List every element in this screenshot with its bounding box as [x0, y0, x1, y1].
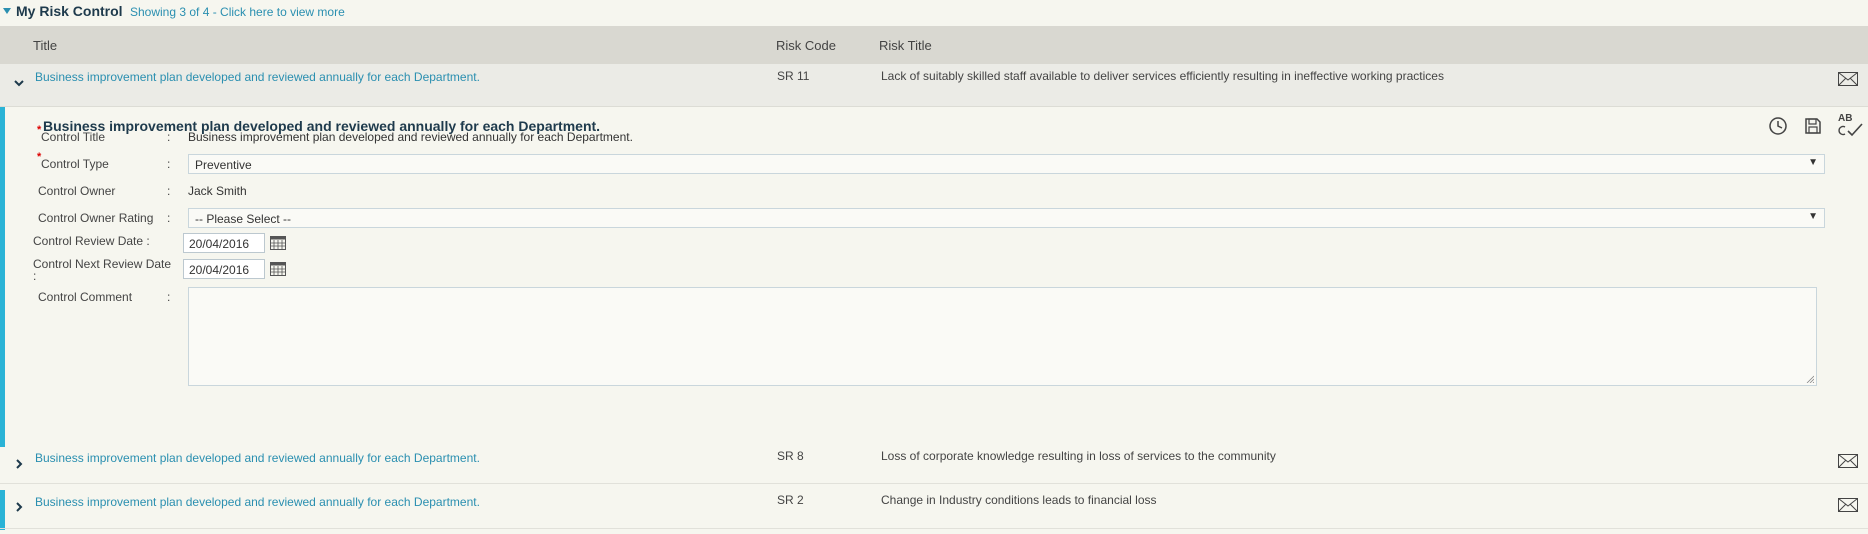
mail-icon[interactable]	[1838, 72, 1858, 86]
resize-grip-icon[interactable]	[1806, 375, 1814, 383]
control-title-label: Control Title	[41, 130, 106, 144]
control-owner-rating-label: Control Owner Rating	[38, 211, 154, 225]
grid-header: Title Risk Code Risk Title	[0, 26, 1868, 64]
row-title-link[interactable]: Business improvement plan developed and …	[35, 495, 480, 509]
control-owner-label: Control Owner	[38, 184, 116, 198]
control-comment-textarea[interactable]	[188, 287, 1817, 386]
control-title-value: Business improvement plan developed and …	[188, 130, 633, 144]
table-row[interactable]: Business improvement plan developed and …	[0, 443, 1868, 484]
mail-icon[interactable]	[1838, 454, 1858, 468]
row-title-link[interactable]: Business improvement plan developed and …	[35, 451, 480, 465]
control-type-label: Control Type	[41, 157, 109, 171]
column-header-risk-code[interactable]: Risk Code	[776, 38, 836, 53]
collapse-triangle-icon[interactable]	[3, 8, 11, 14]
colon: :	[167, 184, 171, 198]
next-review-date-label-suffix: :	[33, 269, 37, 283]
next-review-date-input[interactable]: 20/04/2016	[183, 259, 265, 279]
dropdown-arrow-icon: ▼	[1808, 211, 1818, 222]
section-title: My Risk Control	[16, 3, 123, 19]
control-owner-rating-select[interactable]: -- Please Select -- ▼	[188, 208, 1825, 228]
table-row[interactable]: Business improvement plan developed and …	[0, 488, 1868, 529]
dropdown-arrow-icon: ▼	[1808, 157, 1818, 168]
colon: :	[167, 290, 171, 304]
row-risk-title: Lack of suitably skilled staff available…	[881, 69, 1444, 83]
control-type-value: Preventive	[195, 158, 252, 172]
spellcheck-icon[interactable]: AB	[1836, 113, 1864, 137]
colon: :	[167, 211, 171, 225]
next-review-date-value: 20/04/2016	[189, 263, 250, 277]
column-header-title[interactable]: Title	[33, 38, 57, 53]
section-header: My Risk Control Showing 3 of 4 - Click h…	[0, 0, 1868, 24]
colon: :	[167, 130, 171, 144]
row-risk-code: SR 8	[777, 449, 804, 463]
chevron-right-icon[interactable]	[12, 458, 26, 472]
review-date-label: Control Review Date :	[33, 234, 150, 248]
chevron-right-icon[interactable]	[12, 501, 26, 515]
control-owner-value: Jack Smith	[188, 184, 247, 198]
control-type-select[interactable]: Preventive ▼	[188, 154, 1825, 174]
history-clock-icon[interactable]	[1767, 115, 1789, 137]
row-risk-title: Loss of corporate knowledge resulting in…	[881, 449, 1276, 463]
calendar-icon[interactable]	[270, 236, 286, 250]
view-more-link[interactable]: Showing 3 of 4 - Click here to view more	[130, 5, 345, 19]
column-header-risk-title[interactable]: Risk Title	[879, 38, 932, 53]
table-row[interactable]: Business improvement plan developed and …	[0, 64, 1868, 107]
next-review-date-label: Control Next Review Date	[33, 257, 172, 271]
mail-icon[interactable]	[1838, 498, 1858, 512]
calendar-icon[interactable]	[270, 262, 286, 276]
row-risk-code: SR 2	[777, 493, 804, 507]
chevron-down-icon[interactable]	[12, 77, 26, 91]
control-detail-panel: Business improvement plan developed and …	[5, 107, 1868, 443]
control-comment-label: Control Comment	[38, 290, 133, 304]
colon: :	[167, 157, 171, 171]
control-owner-rating-value: -- Please Select --	[195, 212, 292, 226]
row-risk-title: Change in Industry conditions leads to f…	[881, 493, 1157, 507]
row-title-link[interactable]: Business improvement plan developed and …	[35, 70, 480, 84]
save-disk-icon[interactable]	[1802, 115, 1824, 137]
review-date-value: 20/04/2016	[189, 237, 250, 251]
review-date-input[interactable]: 20/04/2016	[183, 233, 265, 253]
row-risk-code: SR 11	[777, 69, 810, 83]
